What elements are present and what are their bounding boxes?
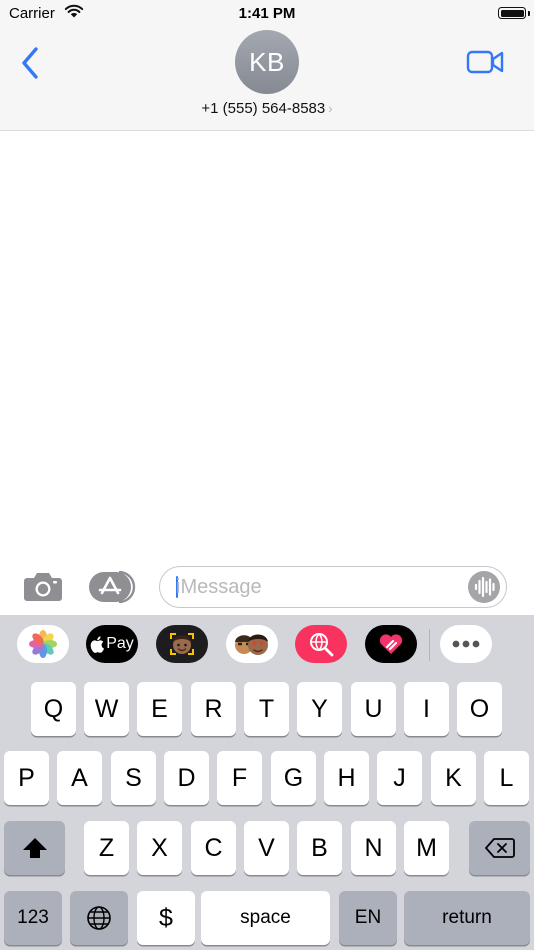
battery-cap: [528, 11, 530, 16]
message-placeholder: iMessage: [176, 576, 262, 598]
key-g[interactable]: G: [271, 751, 316, 805]
globe-search-icon[interactable]: [295, 625, 347, 663]
key-c[interactable]: C: [191, 821, 236, 875]
key-d[interactable]: D: [164, 751, 209, 805]
key-b[interactable]: B: [297, 821, 342, 875]
app-strip-divider: [429, 629, 430, 661]
chevron-left-icon[interactable]: [18, 46, 44, 80]
key-y[interactable]: Y: [297, 682, 342, 736]
return-key[interactable]: return: [404, 891, 530, 945]
memoji-icon[interactable]: [156, 625, 208, 663]
globe-icon: [87, 906, 111, 930]
delete-key[interactable]: [469, 821, 530, 875]
key-a[interactable]: A: [57, 751, 102, 805]
key-i[interactable]: I: [404, 682, 449, 736]
space-key[interactable]: space: [201, 891, 330, 945]
key-w[interactable]: W: [84, 682, 129, 736]
key-x[interactable]: X: [137, 821, 182, 875]
clock: 1:41 PM: [238, 5, 296, 22]
app-drawer: Pay: [0, 615, 534, 675]
apple-pay-icon[interactable]: Pay: [86, 625, 138, 663]
chevron-right-icon: ›: [328, 101, 333, 116]
shift-icon: [22, 838, 47, 858]
avatar[interactable]: KB: [235, 30, 299, 94]
apple-logo-icon: [90, 635, 105, 653]
apple-pay-label: Pay: [106, 635, 134, 652]
photos-icon[interactable]: [17, 625, 69, 663]
dollar-key[interactable]: $: [137, 891, 195, 945]
message-input[interactable]: iMessage: [159, 566, 507, 608]
key-s[interactable]: S: [111, 751, 156, 805]
status-bar: Carrier 1:41 PM: [0, 0, 534, 30]
globe-key[interactable]: [70, 891, 128, 945]
shift-key[interactable]: [4, 821, 65, 875]
key-z[interactable]: Z: [84, 821, 129, 875]
delete-icon: [484, 838, 515, 858]
key-n[interactable]: N: [351, 821, 396, 875]
app-store-icon[interactable]: [89, 571, 137, 603]
key-q[interactable]: Q: [31, 682, 76, 736]
key-t[interactable]: T: [244, 682, 289, 736]
key-r[interactable]: R: [191, 682, 236, 736]
key-j[interactable]: J: [377, 751, 422, 805]
key-e[interactable]: E: [137, 682, 182, 736]
key-u[interactable]: U: [351, 682, 396, 736]
numbers-key[interactable]: 123: [4, 891, 62, 945]
contact-phone-number: +1 (555) 564-8583: [201, 100, 326, 117]
key-o[interactable]: O: [457, 682, 502, 736]
message-list[interactable]: [0, 131, 534, 561]
camera-icon[interactable]: [22, 570, 64, 604]
contact-phone[interactable]: +1 (555) 564-8583 ›: [0, 100, 534, 117]
key-k[interactable]: K: [431, 751, 476, 805]
more-icon[interactable]: [440, 625, 492, 663]
key-p[interactable]: P: [4, 751, 49, 805]
battery-icon: [498, 7, 526, 19]
key-l[interactable]: L: [484, 751, 529, 805]
language-key[interactable]: EN: [339, 891, 397, 945]
memoji-stickers-icon[interactable]: [226, 625, 278, 663]
key-m[interactable]: M: [404, 821, 449, 875]
key-h[interactable]: H: [324, 751, 369, 805]
audio-waveform-icon[interactable]: [468, 571, 500, 603]
video-camera-icon[interactable]: [466, 48, 504, 76]
key-f[interactable]: F: [217, 751, 262, 805]
key-v[interactable]: V: [244, 821, 289, 875]
digital-touch-icon[interactable]: [365, 625, 417, 663]
